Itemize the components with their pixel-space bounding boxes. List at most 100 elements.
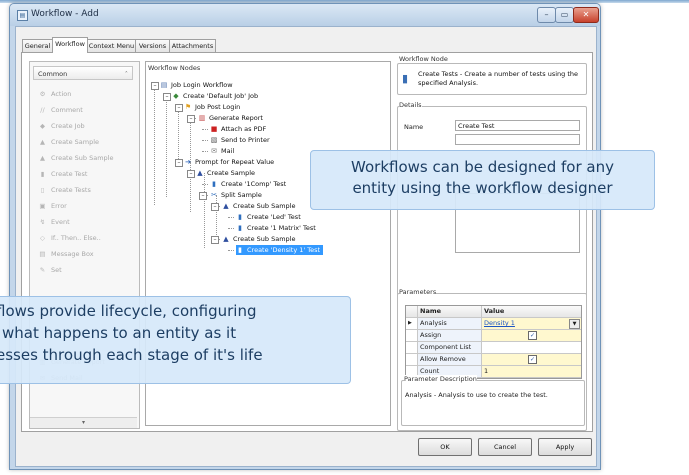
toolbox-item-label: Create Sample [51,138,100,146]
collapse-toggle[interactable]: – [211,203,219,211]
tree-node[interactable]: ✉ Mail [210,146,234,156]
tree-node[interactable]: ▥ Generate Report [198,113,263,123]
tree-node[interactable]: ▮ Create '1 Matrix' Test [236,223,316,233]
event-icon: ↯ [39,218,46,226]
minimize-button[interactable]: – [537,7,556,23]
toolbox-item[interactable]: ▲ Create Sample [38,136,99,148]
tree-node[interactable]: ✂ Split Sample [210,190,262,200]
parameter-name: Analysis [418,318,482,329]
tree-node-label: Generate Report [209,114,263,122]
node-icon: ▲ [223,202,229,210]
chevron-down-icon[interactable]: ▼ [569,319,580,329]
name-field[interactable]: Create Test [455,120,580,131]
parameter-name: Component List [418,342,482,353]
tree-node-label: Create 'Default Job' Job [183,92,259,100]
parameter-row[interactable]: ▶ Analysis Density 1 ▼ [406,318,581,330]
parameter-value[interactable]: ✓ [482,330,581,341]
tab-versions[interactable]: Versions [135,39,170,52]
designer-callout-line-2: entity using the workflow designer [352,179,613,197]
collapse-toggle[interactable]: – [151,82,159,90]
parameter-value[interactable]: Density 1 ▼ [482,318,581,329]
tree-node[interactable]: ▤ Job Login Workflow [160,80,233,90]
node-icon: ▮ [212,180,216,188]
parameter-row[interactable]: Assign ✓ [406,330,581,342]
cancel-button[interactable]: Cancel [478,438,532,456]
title-bar[interactable]: ▤ Workflow - Add – ▭ ✕ [10,4,600,26]
toolbox-item-label: Comment [51,106,83,114]
toolbox-scroll-down[interactable]: ▾ [30,417,137,428]
tree-node[interactable]: ➔ Prompt for Repeat Value [184,157,274,167]
column-value-header: Value [482,306,581,317]
tree-node-label: Attach as PDF [221,125,267,133]
tree-node-label: Job Post Login [195,103,241,111]
parameter-name: Assign [418,330,482,341]
node-icon: ■ [210,125,218,133]
collapse-toggle[interactable]: – [199,192,207,200]
collapse-toggle[interactable]: – [163,93,171,101]
toolbox-group-header[interactable]: Common ˄ [33,66,133,80]
toolbox-item[interactable]: // Comment [38,104,83,116]
parameter-rows: ▶ Analysis Density 1 ▼ Assign ✓ Component List… [406,318,581,378]
tree-node-label: Create '1Comp' Test [221,180,287,188]
tab-context-menu[interactable]: Context Menu [87,39,136,52]
tab-general[interactable]: General [22,39,53,52]
tree-node[interactable]: ▮ Create 'Density 1' Test [236,245,324,255]
tree-node[interactable]: ▲ Create Sub Sample [222,201,295,211]
checkbox[interactable]: ✓ [528,354,537,364]
toolbox-item[interactable]: ◇ If.. Then.. Else.. [38,232,101,244]
parameter-row[interactable]: Allow Remove ✓ [406,354,581,366]
tree-node[interactable]: ◆ Create 'Default Job' Job [172,91,258,101]
tree-connector [202,151,208,152]
tree-node[interactable]: ⚑ Job Post Login [184,102,240,112]
toolbox-item[interactable]: ◆ Create Job [38,120,85,132]
toolbox-item[interactable]: ▯ Create Tests [38,184,91,196]
ok-button[interactable]: OK [418,438,472,456]
toolbox-item[interactable]: ▲ Create Sub Sample [38,152,113,164]
tree-node[interactable]: ■ Attach as PDF [210,124,267,134]
tab-attachments[interactable]: Attachments [169,39,216,52]
collapse-toggle[interactable]: – [175,104,183,112]
tree-node[interactable]: ▮ Create '1Comp' Test [210,179,286,189]
toolbox-item[interactable]: ▮ Create Test [38,168,88,180]
collapse-toggle[interactable]: – [187,170,195,178]
tree-node-label: Create '1 Matrix' Test [247,224,316,232]
toolbox-item-label: Create Tests [51,186,91,194]
tab-workflow[interactable]: Workflow [52,37,88,53]
workflow-nodes-header: Workflow Nodes [148,64,201,72]
test-icon: ▮ [40,170,45,178]
node-icon: ✉ [211,147,217,155]
collapse-toggle[interactable]: – [211,236,219,244]
toolbox-item[interactable]: ✎ Set [38,264,62,276]
tree-node[interactable]: ▲ Create Sub Sample [222,234,295,244]
gear-icon: ⚙ [39,90,46,98]
parameter-row[interactable]: Component List [406,342,581,354]
tree-connector [228,217,234,218]
maximize-button[interactable]: ▭ [555,7,574,23]
node-icon: ▮ [238,246,242,254]
toolbox-item[interactable]: ⚙ Action [38,88,72,100]
analysis-link[interactable]: Density 1 [484,319,515,327]
checkbox[interactable]: ✓ [528,330,537,340]
close-button[interactable]: ✕ [573,7,599,23]
collapse-toggle[interactable]: – [187,115,195,123]
node-icon: ▲ [223,235,229,243]
tree-node[interactable]: ▮ Create 'Led' Test [236,212,301,222]
apply-button[interactable]: Apply [538,438,592,456]
tree-node-label: Prompt for Repeat Value [195,158,275,166]
tree-node-label: Create Sample [207,169,256,177]
properties-panel: Workflow Node ▮ Create Tests - Create a … [393,53,592,431]
tree-node[interactable]: ▲ Create Sample [196,168,255,178]
tree-node-label: Mail [221,147,235,155]
toolbox-item[interactable]: ▤ Message Box [38,248,93,260]
tree-node[interactable]: ▧ Send to Printer [210,135,270,145]
parameter-value[interactable]: 1 [482,366,581,377]
parameter-name: Allow Remove [418,354,482,365]
parameter-value[interactable] [482,342,581,353]
tree-connector [166,97,167,197]
toolbox-item[interactable]: ↯ Event [38,216,70,228]
toolbox-item[interactable]: ▣ Error [38,200,66,212]
collapse-toggle[interactable]: – [175,159,183,167]
error-icon: ▣ [39,202,46,210]
description-field[interactable] [455,134,580,145]
parameter-value[interactable]: ✓ [482,354,581,365]
